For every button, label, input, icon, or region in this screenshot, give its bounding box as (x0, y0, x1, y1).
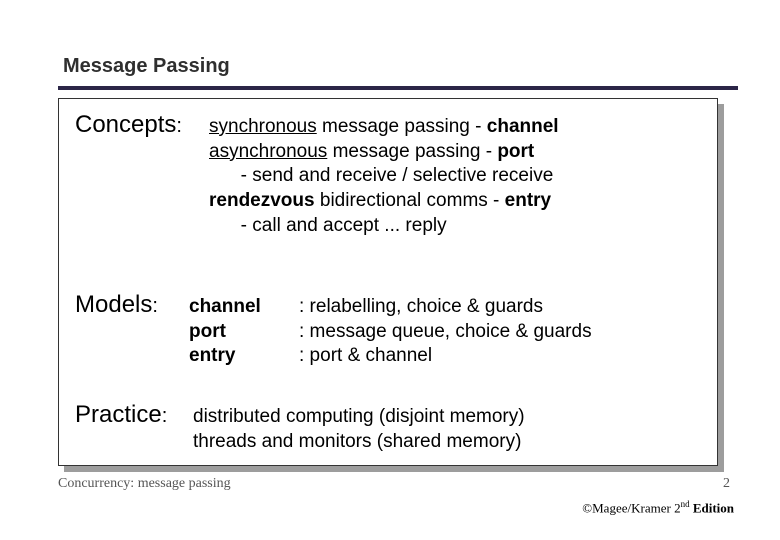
concepts-channel: channel (487, 116, 559, 137)
footer-credit-sup: nd (681, 499, 690, 509)
footer-left: Concurrency: message passing (58, 476, 231, 492)
models-def-2: : message queue, choice & guards (299, 320, 699, 345)
practice-colon: : (162, 405, 168, 427)
concepts-colon: : (176, 115, 182, 137)
concepts-l4-mid: bidirectional comms - (315, 190, 505, 211)
models-colon: : (152, 295, 158, 317)
footer-page-number: 2 (723, 476, 730, 492)
footer-credit-post: Edition (690, 500, 734, 515)
slide: Message Passing Concepts: synchronous me… (0, 0, 780, 540)
concepts-entry: entry (505, 190, 551, 211)
concepts-line-4: rendezvous bidirectional comms - entry (209, 189, 709, 214)
footer-credit-pre: ©Magee/Kramer (582, 500, 674, 515)
models-def-1: : relabelling, choice & guards (299, 295, 699, 320)
models-label: Models: (75, 291, 158, 319)
concepts-port: port (497, 141, 534, 162)
content-box: Concepts: synchronous message passing - … (58, 98, 718, 466)
models-term-port: port (189, 320, 279, 345)
practice-line-2: threads and monitors (shared memory) (193, 430, 713, 455)
models-terms: channel port entry (189, 295, 279, 369)
models-def-3: : port & channel (299, 344, 699, 369)
slide-title: Message Passing (63, 55, 230, 78)
concepts-line-3: - send and receive / selective receive (209, 164, 709, 189)
concepts-async: asynchronous (209, 141, 327, 162)
practice-label: Practice: (75, 401, 167, 429)
practice-body: distributed computing (disjoint memory) … (193, 405, 713, 454)
concepts-sync: synchronous (209, 116, 317, 137)
footer-credit: ©Magee/Kramer 2nd Edition (582, 499, 734, 516)
concepts-line-1: synchronous message passing - channel (209, 115, 709, 140)
title-rule (58, 86, 738, 90)
models-defs: : relabelling, choice & guards : message… (299, 295, 699, 369)
concepts-rendezvous: rendezvous (209, 190, 315, 211)
models-word: Models (75, 291, 152, 318)
models-term-entry: entry (189, 344, 279, 369)
practice-line-1: distributed computing (disjoint memory) (193, 405, 713, 430)
practice-word: Practice (75, 401, 162, 428)
concepts-body: synchronous message passing - channel as… (209, 115, 709, 238)
concepts-l1-mid: message passing - (317, 116, 487, 137)
concepts-word: Concepts (75, 111, 176, 138)
concepts-label: Concepts: (75, 111, 182, 139)
concepts-line-5: - call and accept ... reply (209, 214, 709, 239)
concepts-line-2: asynchronous message passing - port (209, 140, 709, 165)
concepts-l2-mid: message passing - (327, 141, 497, 162)
models-term-channel: channel (189, 295, 279, 320)
